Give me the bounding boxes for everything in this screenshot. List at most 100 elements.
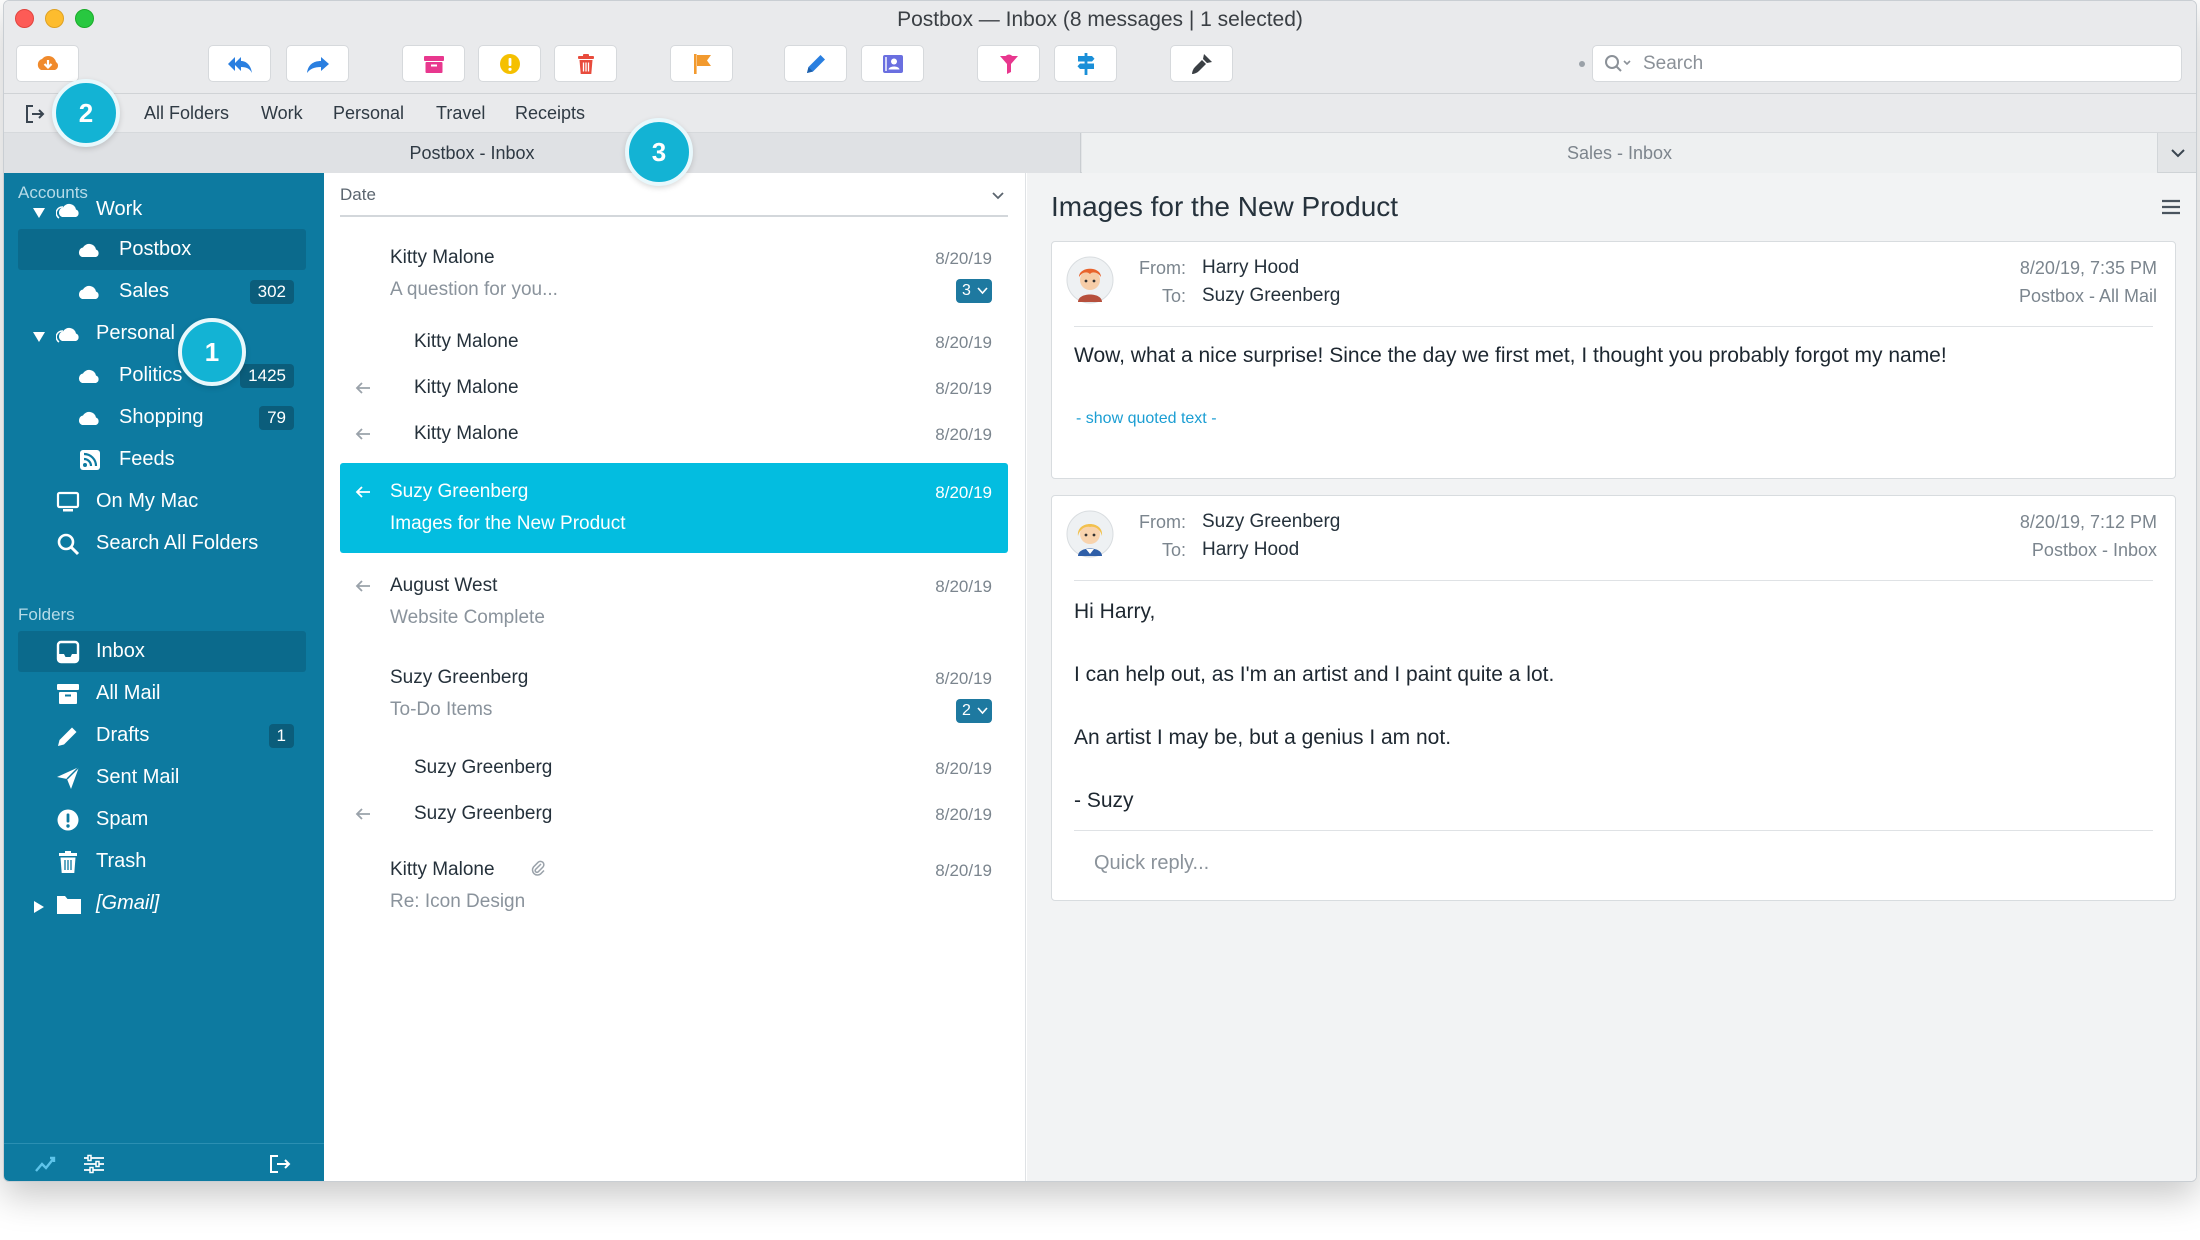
- reply-all-button[interactable]: [208, 45, 271, 82]
- from-value[interactable]: Harry Hood: [1202, 257, 1299, 279]
- message-sender: Kitty Malone: [390, 859, 495, 880]
- tab-postbox-inbox[interactable]: Postbox - Inbox: [4, 133, 1081, 173]
- show-quoted-text-link[interactable]: - show quoted text -: [1076, 410, 1217, 428]
- customize-button[interactable]: [1170, 45, 1233, 82]
- search-field[interactable]: [1592, 45, 2182, 82]
- sidebar-item-gmail[interactable]: [Gmail]: [18, 883, 306, 924]
- favorite-all-folders[interactable]: All Folders: [144, 103, 229, 124]
- quick-reply-input[interactable]: [1094, 852, 1994, 875]
- message-date: 8/20/19: [935, 577, 992, 596]
- spam-button[interactable]: [478, 45, 541, 82]
- monitor-icon: [56, 490, 80, 514]
- favorite-personal[interactable]: Personal: [333, 103, 404, 124]
- message-sender: August West: [390, 575, 498, 596]
- message-sender: Suzy Greenberg: [414, 757, 553, 778]
- sidebar-item-sales[interactable]: Sales 302: [18, 271, 306, 312]
- cloud-icon: [76, 364, 104, 388]
- sidebar-item-all-mail[interactable]: All Mail: [18, 673, 306, 714]
- sidebar-item-politics[interactable]: Politics 1425: [18, 355, 306, 396]
- message-date: 8/20/19: [935, 379, 992, 398]
- exit-icon[interactable]: [23, 102, 47, 126]
- cloud-icon: [76, 280, 104, 304]
- tab-label: Postbox - Inbox: [409, 142, 535, 163]
- message-subject: Images for the New Product: [390, 513, 626, 534]
- focus-button[interactable]: [977, 45, 1040, 82]
- sign-out-icon[interactable]: [268, 1153, 292, 1175]
- thread-count-badge[interactable]: 2: [956, 699, 992, 723]
- topics-button[interactable]: [1054, 45, 1117, 82]
- avatar[interactable]: [1066, 256, 1114, 304]
- disclosure-right-icon[interactable]: [32, 897, 46, 913]
- thread-count-badge[interactable]: 3: [956, 279, 992, 303]
- message-row[interactable]: Suzy Greenberg 8/20/19: [340, 791, 1008, 835]
- funnel-icon: [999, 54, 1018, 74]
- sidebar-item-sent-mail[interactable]: Sent Mail: [18, 757, 306, 798]
- activity-icon[interactable]: [34, 1153, 58, 1175]
- sidebar-item-personal[interactable]: Personal: [18, 313, 306, 354]
- sidebar-item-label: On My Mac: [96, 490, 199, 512]
- message-row[interactable]: Kitty Malone 8/20/19 Re: Icon Design: [340, 845, 1008, 925]
- sort-header[interactable]: Date: [340, 185, 1008, 217]
- chevron-down-icon[interactable]: [990, 187, 1006, 203]
- replied-arrow-icon: [355, 486, 370, 498]
- tab-sales-inbox[interactable]: Sales - Inbox: [1082, 133, 2158, 173]
- sidebar-item-postbox[interactable]: Postbox: [18, 229, 306, 270]
- sidebar-item-trash[interactable]: Trash: [18, 841, 306, 882]
- forward-button[interactable]: [286, 45, 349, 82]
- delete-button[interactable]: [554, 45, 617, 82]
- rss-icon: [78, 448, 102, 472]
- contacts-button[interactable]: [861, 45, 924, 82]
- avatar[interactable]: [1066, 510, 1114, 558]
- to-label: To:: [1161, 540, 1186, 560]
- sidebar-item-on-my-mac[interactable]: On My Mac: [18, 481, 306, 522]
- favorite-work[interactable]: Work: [261, 103, 303, 124]
- from-label: From:: [1139, 512, 1186, 532]
- get-mail-button[interactable]: [16, 45, 79, 82]
- disclosure-down-icon[interactable]: [32, 203, 46, 218]
- to-value[interactable]: Suzy Greenberg: [1202, 285, 1340, 307]
- sidebar-item-feeds[interactable]: Feeds: [18, 439, 306, 480]
- sidebar-item-label: [Gmail]: [96, 892, 160, 914]
- message-sender: Kitty Malone: [390, 247, 495, 268]
- archive-button[interactable]: [402, 45, 465, 82]
- favorite-receipts[interactable]: Receipts: [515, 103, 585, 124]
- menu-icon[interactable]: [2160, 197, 2182, 217]
- message-subject: To-Do Items: [390, 699, 493, 720]
- message-row[interactable]: August West 8/20/19 Website Complete: [340, 561, 1008, 641]
- message-row[interactable]: Kitty Malone 8/20/19: [340, 319, 1008, 363]
- message-row[interactable]: Kitty Malone 8/20/19: [340, 411, 1008, 455]
- sliders-icon[interactable]: [82, 1153, 106, 1175]
- compose-button[interactable]: [784, 45, 847, 82]
- message-row[interactable]: Kitty Malone 8/20/19: [340, 365, 1008, 409]
- exclamation-icon: [56, 808, 80, 832]
- sidebar-item-spam[interactable]: Spam: [18, 799, 306, 840]
- disclosure-down-icon[interactable]: [32, 327, 46, 342]
- message-datetime: 8/20/19, 7:35 PM: [2019, 258, 2157, 278]
- sidebar-item-drafts[interactable]: Drafts 1: [18, 715, 306, 756]
- favorite-travel[interactable]: Travel: [436, 103, 485, 124]
- sidebar-item-inbox[interactable]: Inbox: [18, 631, 306, 672]
- trash-icon: [56, 850, 80, 874]
- toolbar-separator-dot: [1579, 61, 1585, 67]
- flag-button[interactable]: [670, 45, 733, 82]
- paperclip-icon: [531, 860, 545, 876]
- sidebar-item-shopping[interactable]: Shopping 79: [18, 397, 306, 438]
- search-input[interactable]: [1643, 52, 2163, 75]
- message-row[interactable]: Kitty Malone 8/20/19 A question for you.…: [340, 233, 1008, 313]
- message-row[interactable]: Suzy Greenberg 8/20/19 To-Do Items 2: [340, 653, 1008, 733]
- message-card: From: Suzy Greenberg To: Harry Hood 8/20…: [1051, 495, 2176, 901]
- signpost-icon: [1077, 52, 1094, 75]
- chevron-down-icon[interactable]: [2164, 142, 2192, 164]
- sidebar-item-work[interactable]: Work: [18, 189, 306, 230]
- sidebar-item-label: Postbox: [119, 238, 192, 260]
- sidebar-item-label: Sales: [119, 280, 170, 302]
- callout-marker-2: 2: [52, 79, 120, 147]
- message-datetime: 8/20/19, 7:12 PM: [2019, 512, 2157, 532]
- message-row-selected[interactable]: Suzy Greenberg 8/20/19 Images for the Ne…: [340, 463, 1008, 553]
- message-row[interactable]: Suzy Greenberg 8/20/19: [340, 745, 1008, 789]
- message-date: 8/20/19: [935, 669, 992, 688]
- reading-pane: Images for the New Product From: Harry H…: [1027, 173, 2196, 1181]
- sidebar-item-search-all-folders[interactable]: Search All Folders: [18, 523, 306, 564]
- to-value[interactable]: Harry Hood: [1202, 539, 1299, 561]
- from-value[interactable]: Suzy Greenberg: [1202, 511, 1340, 533]
